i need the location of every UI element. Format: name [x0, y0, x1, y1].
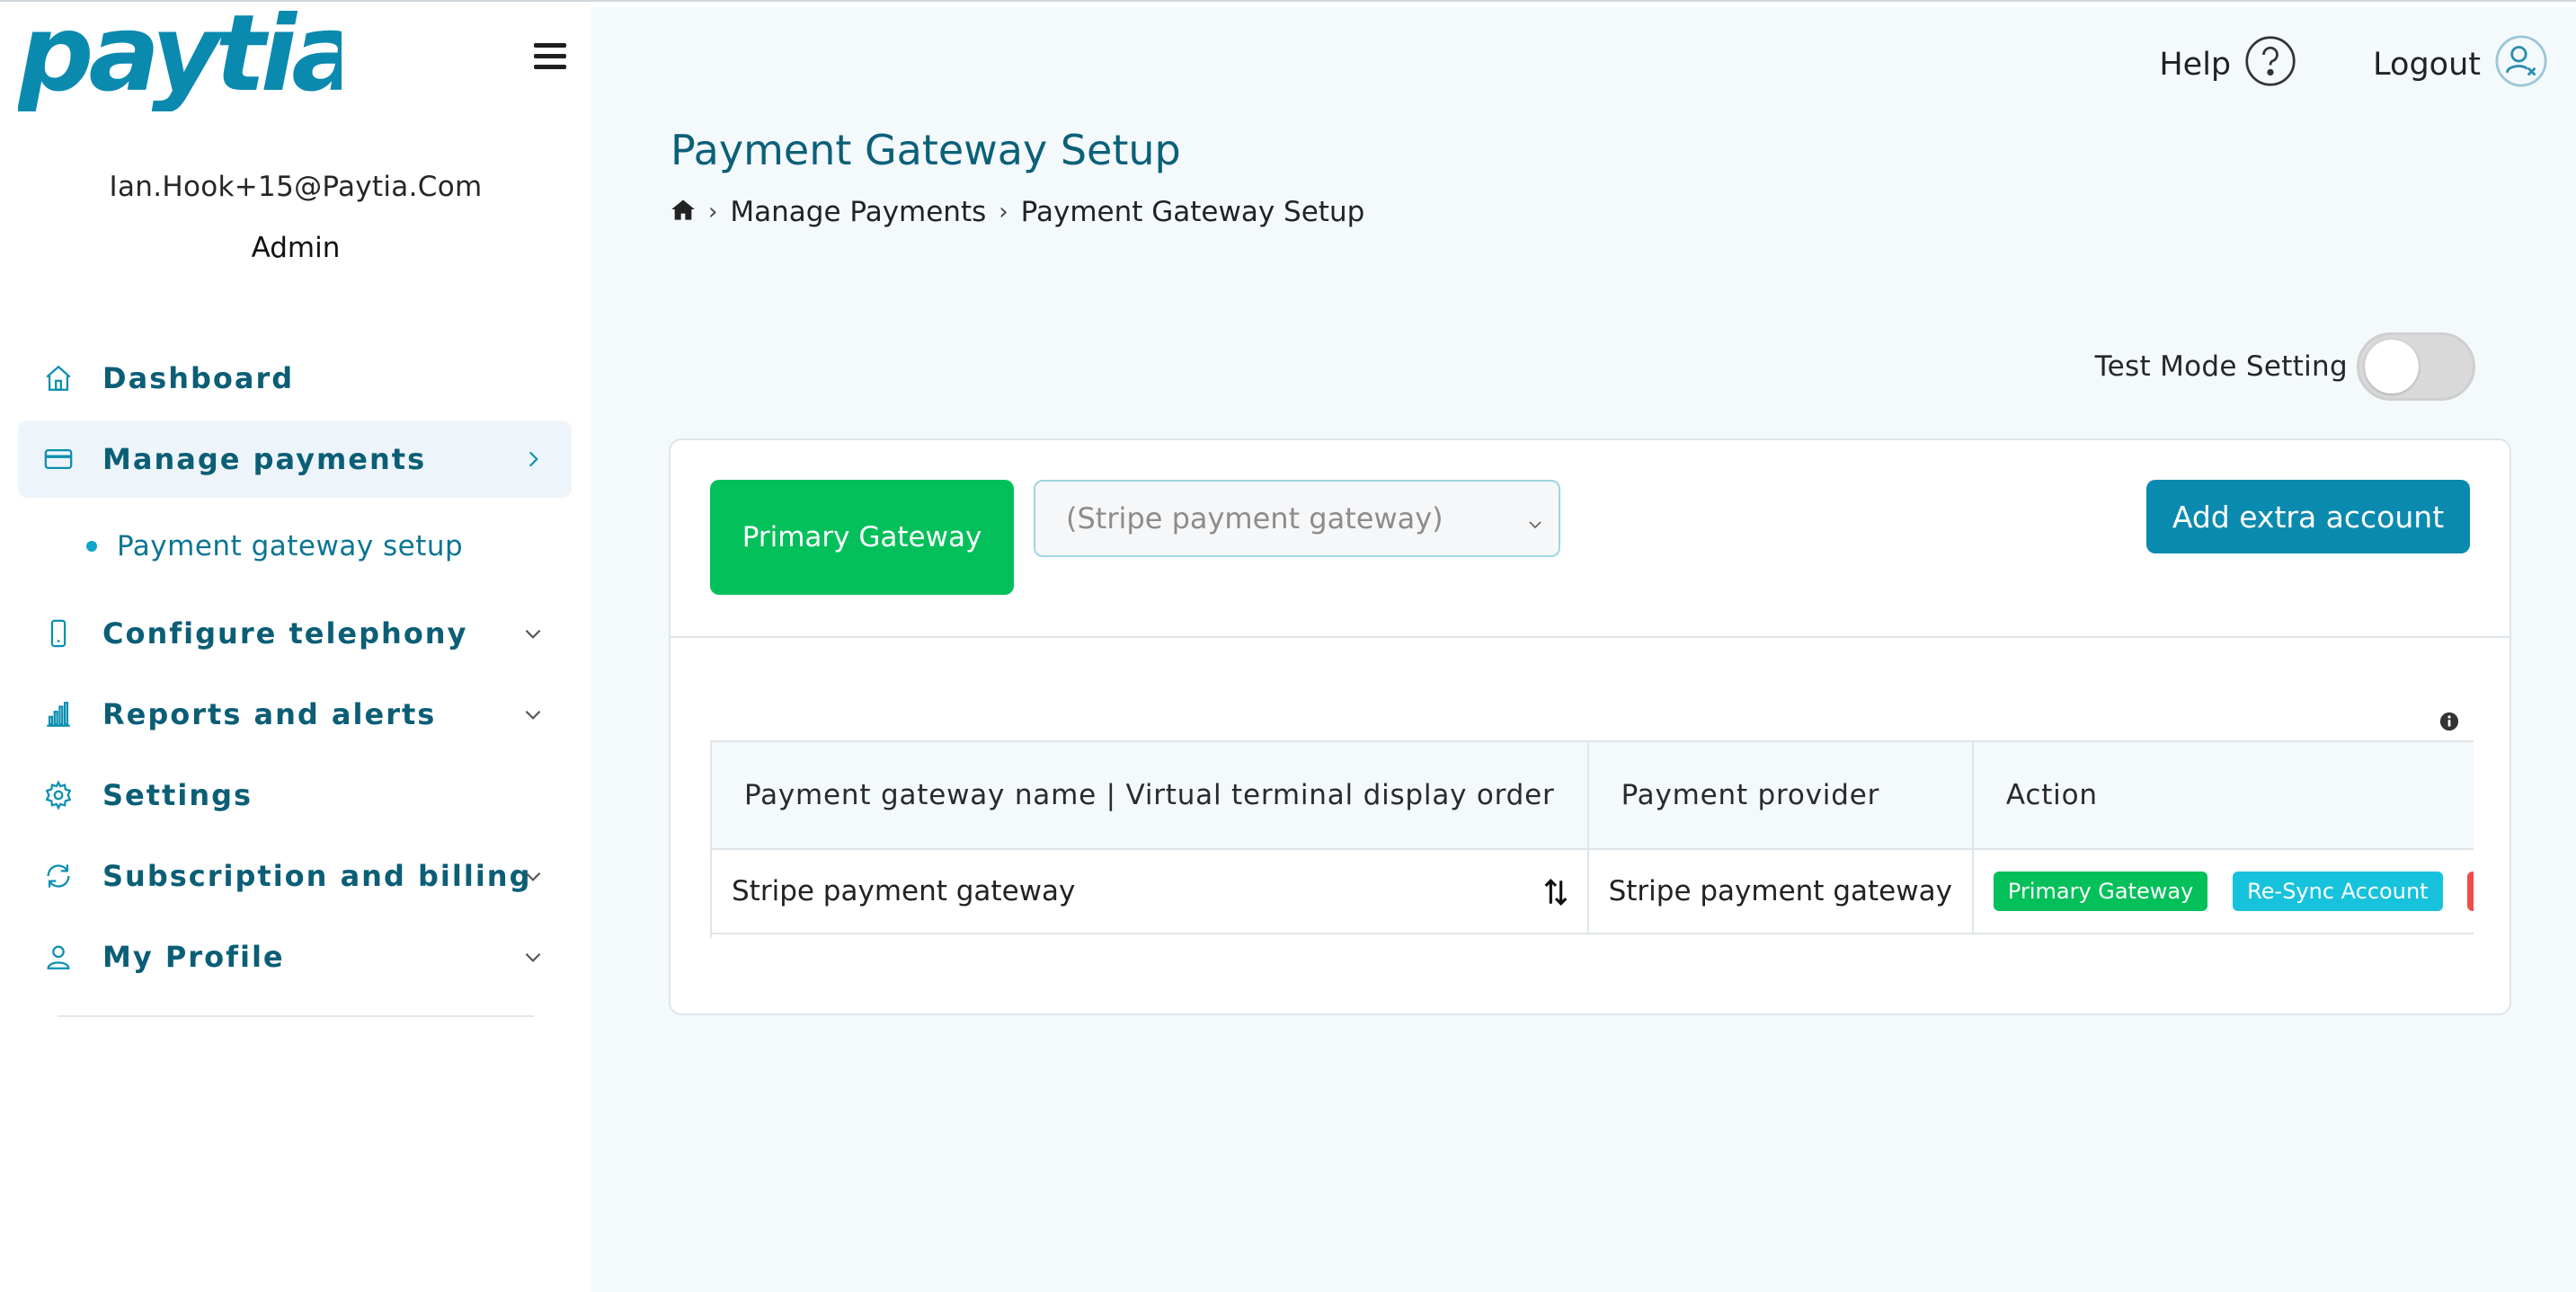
chevron-down-icon [521, 622, 545, 645]
sidebar-item-my-profile[interactable]: My Profile [18, 918, 572, 996]
header-actions: Help Logout [2159, 34, 2576, 96]
primary-gateway-badge-button[interactable]: Primary Gateway [1993, 872, 2208, 911]
sidebar-item-label: Configure telephony [102, 616, 468, 650]
breadcrumb-current: Payment Gateway Setup [1020, 196, 1365, 228]
home-icon [43, 363, 74, 394]
sidebar-item-label: Reports and alerts [102, 697, 437, 731]
chevron-down-icon [1524, 509, 1546, 530]
sidebar-item-label: Manage payments [102, 442, 427, 476]
breadcrumb-separator: › [999, 199, 1008, 226]
refresh-icon [43, 861, 74, 891]
add-extra-account-button[interactable]: Add extra account [2146, 480, 2470, 553]
help-circle-icon [2243, 34, 2297, 96]
delete-button[interactable] [2467, 872, 2474, 911]
sidebar-subitem-payment-gateway-setup[interactable]: Payment gateway setup [86, 525, 463, 568]
payment-provider-cell: Stripe payment gateway [1587, 849, 1974, 934]
breadcrumb-manage-payments[interactable]: Manage Payments [730, 196, 986, 228]
gateway-name-cell: Stripe payment gateway [712, 849, 1589, 934]
table-row: Stripe payment gateway Stripe payment ga… [712, 849, 2474, 934]
sort-order-icon[interactable] [1542, 877, 1569, 907]
sidebar-item-subscription-and-billing[interactable]: Subscription and billing [18, 837, 572, 915]
gateway-name: Stripe payment gateway [732, 875, 1076, 907]
gateway-select-value: (Stripe payment gateway) [1066, 501, 1443, 535]
phone-icon [43, 618, 74, 649]
sidebar-item-reports-and-alerts[interactable]: Reports and alerts [18, 676, 572, 753]
chevron-down-icon [521, 945, 545, 969]
card-divider [671, 636, 2509, 638]
gateway-select[interactable]: (Stripe payment gateway) [1034, 480, 1560, 557]
toggle-knob [2365, 340, 2419, 394]
main-content: Help Logout Payment Gateway Setup › Mana… [591, 0, 2576, 1292]
primary-gateway-button[interactable]: Primary Gateway [710, 480, 1014, 595]
user-role: Admin [251, 232, 341, 264]
user-logout-icon [2493, 33, 2549, 97]
sidebar-item-label: Subscription and billing [102, 859, 532, 893]
resync-account-button[interactable]: Re-Sync Account [2233, 872, 2443, 911]
gateway-table-container: Payment gateway name | Virtual terminal … [710, 740, 2474, 938]
info-icon[interactable] [2439, 712, 2459, 731]
sidebar: paytia Ian.Hook+15@Paytia.Com Admin Dash… [0, 0, 591, 1292]
help-link[interactable]: Help [2159, 34, 2297, 96]
chevron-down-icon [521, 703, 545, 726]
col-header-gateway-name: Payment gateway name | Virtual terminal … [712, 740, 1589, 850]
credit-card-icon [43, 444, 74, 474]
paytia-logo[interactable]: paytia [16, 0, 363, 115]
table-header-row: Payment gateway name | Virtual terminal … [712, 740, 2474, 850]
bullet-dot [86, 541, 97, 552]
test-mode-label: Test Mode Setting [2094, 350, 2348, 383]
logout-link[interactable]: Logout [2373, 33, 2549, 97]
home-icon[interactable] [671, 196, 696, 228]
test-mode-setting: Test Mode Setting [2095, 332, 2475, 401]
chevron-right-icon [521, 447, 545, 471]
sidebar-subitem-label: Payment gateway setup [117, 530, 464, 562]
gateway-card: Primary Gateway (Stripe payment gateway)… [669, 438, 2511, 1015]
sidebar-item-dashboard[interactable]: Dashboard [18, 340, 572, 417]
gear-icon [43, 780, 74, 810]
col-header-action: Action [1972, 740, 2474, 850]
sidebar-item-label: Dashboard [102, 361, 295, 395]
col-header-payment-provider: Payment provider [1587, 740, 1974, 850]
sidebar-item-settings[interactable]: Settings [18, 757, 572, 834]
sidebar-item-label: Settings [102, 778, 253, 812]
top-border [0, 0, 2576, 7]
breadcrumb-separator: › [708, 199, 718, 226]
page-title: Payment Gateway Setup [671, 126, 1181, 174]
logout-label: Logout [2373, 47, 2481, 83]
sidebar-divider [58, 1015, 534, 1017]
breadcrumb: › Manage Payments › Payment Gateway Setu… [671, 196, 1364, 228]
menu-toggle-icon[interactable] [534, 43, 566, 70]
test-mode-toggle[interactable] [2357, 332, 2475, 401]
chevron-down-icon [521, 864, 545, 888]
gateway-table: Payment gateway name | Virtual terminal … [712, 740, 2474, 934]
bar-chart-icon [43, 699, 74, 730]
sidebar-item-manage-payments[interactable]: Manage payments [18, 420, 572, 498]
sidebar-item-label: My Profile [102, 940, 285, 974]
svg-text:paytia: paytia [18, 11, 342, 111]
sidebar-item-configure-telephony[interactable]: Configure telephony [18, 595, 572, 672]
help-label: Help [2159, 47, 2232, 83]
user-email: Ian.Hook+15@Paytia.Com [109, 171, 483, 203]
user-icon [43, 942, 74, 972]
action-cell: Primary Gateway Re-Sync Account [1972, 849, 2474, 934]
